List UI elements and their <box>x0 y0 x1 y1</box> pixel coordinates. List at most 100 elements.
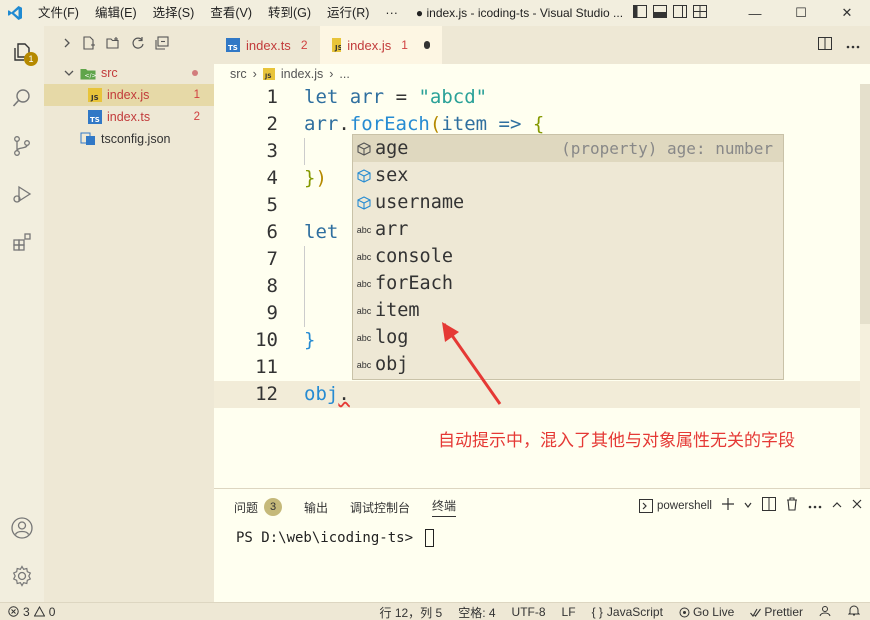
search-icon[interactable] <box>0 76 44 120</box>
text-word-icon: abc <box>356 224 372 235</box>
suggest-label: forEach <box>375 273 453 294</box>
menu-more[interactable]: ··· <box>377 0 406 26</box>
menu-run[interactable]: 运行(R) <box>319 0 377 26</box>
tree-label: index.js <box>107 88 150 102</box>
trash-icon[interactable] <box>786 497 798 514</box>
editor-scrollbar[interactable] <box>860 84 870 488</box>
suggest-item-arr[interactable]: abc arr <box>353 216 783 243</box>
split-editor-icon[interactable] <box>818 37 832 53</box>
toggle-panel-icon[interactable] <box>653 5 668 21</box>
line-number: 2 <box>266 113 278 135</box>
breadcrumb-file[interactable]: index.js <box>281 67 323 81</box>
indentation[interactable]: 空格: 4 <box>458 604 495 620</box>
breadcrumb-more[interactable]: ... <box>339 67 349 81</box>
menu-go[interactable]: 转到(G) <box>260 0 319 26</box>
collapse-all-icon[interactable] <box>155 35 169 53</box>
breadcrumb-folder[interactable]: src <box>230 67 247 81</box>
settings-gear-icon[interactable] <box>0 554 44 598</box>
tab-terminal[interactable]: 终端 <box>432 497 457 517</box>
prettier-button[interactable]: Prettier <box>750 605 803 619</box>
problems-status[interactable]: 3 0 <box>0 605 55 619</box>
close-button[interactable]: ✕ <box>824 0 870 26</box>
notifications-bell-icon[interactable] <box>847 604 861 620</box>
tree-file-index-js[interactable]: JS index.js 1 <box>44 84 214 106</box>
js-file-icon: JS <box>262 68 275 80</box>
error-count: 2 <box>193 111 200 123</box>
suggest-item-console[interactable]: abc console <box>353 243 783 270</box>
tab-debug-console[interactable]: 调试控制台 <box>350 499 410 516</box>
suggest-item-sex[interactable]: sex <box>353 162 783 189</box>
tree-folder-src[interactable]: </> src <box>44 62 214 84</box>
run-debug-icon[interactable] <box>0 172 44 216</box>
explorer-icon[interactable]: 1 <box>0 30 44 74</box>
text-word-icon: abc <box>356 251 372 262</box>
chevron-down-icon <box>64 70 74 76</box>
error-icon <box>8 606 19 617</box>
tab-problems[interactable]: 问题 3 <box>234 498 283 516</box>
menu-view[interactable]: 查看(V) <box>202 0 260 26</box>
text-word-icon: abc <box>356 305 372 316</box>
chevron-down-icon[interactable] <box>744 500 752 512</box>
menu-edit[interactable]: 编辑(E) <box>87 0 145 26</box>
end-of-line[interactable]: LF <box>562 605 576 619</box>
tab-index-js[interactable]: JS index.js 1 <box>319 26 442 64</box>
menu-selection[interactable]: 选择(S) <box>145 0 203 26</box>
toggle-secondary-sidebar-icon[interactable] <box>673 5 688 21</box>
line-number: 6 <box>266 221 278 243</box>
terminal-selector[interactable]: powershell <box>639 498 712 513</box>
accounts-icon[interactable] <box>0 506 44 550</box>
suggest-label: log <box>375 327 409 348</box>
svg-text:JS: JS <box>334 44 342 52</box>
window-title: ● index.js - icoding-ts - Visual Studio … <box>415 6 624 20</box>
feedback-icon[interactable] <box>819 605 832 620</box>
chevron-up-icon[interactable] <box>832 500 842 512</box>
close-panel-icon[interactable] <box>852 499 862 512</box>
menu-bar: 文件(F) 编辑(E) 选择(S) 查看(V) 转到(G) 运行(R) ··· <box>30 0 406 26</box>
tree-file-index-ts[interactable]: TS index.ts 2 <box>44 106 214 128</box>
js-file-icon: JS <box>88 88 102 102</box>
suggest-item-item[interactable]: abc item <box>353 297 783 324</box>
new-folder-icon[interactable] <box>106 36 121 53</box>
tab-output[interactable]: 输出 <box>304 499 328 516</box>
new-terminal-icon[interactable] <box>722 498 734 513</box>
annotation-text: 自动提示中，混入了其他与对象属性无关的字段 <box>438 431 795 451</box>
line-number: 12 <box>255 383 278 405</box>
terminal-output[interactable]: PS D:\web\icoding-ts> <box>214 529 870 547</box>
suggest-detail: (property) age: number <box>561 139 773 158</box>
suggest-item-obj[interactable]: abc obj <box>353 351 783 378</box>
problems-badge: 3 <box>264 498 283 516</box>
customize-layout-icon[interactable] <box>693 5 708 21</box>
scrollbar-thumb[interactable] <box>860 84 870 324</box>
encoding[interactable]: UTF-8 <box>512 605 546 619</box>
breadcrumb: src › JS index.js › ... <box>214 64 870 84</box>
tree-file-tsconfig[interactable]: tsconfig.json <box>44 128 214 150</box>
collapse-chevron-icon[interactable] <box>62 37 72 51</box>
text-word-icon: abc <box>356 332 372 343</box>
suggest-label: arr <box>375 219 409 240</box>
language-mode[interactable]: { } JavaScript <box>592 605 663 619</box>
source-control-icon[interactable] <box>0 124 44 168</box>
maximize-button[interactable]: ☐ <box>778 0 824 26</box>
tab-index-ts[interactable]: TS index.ts 2 <box>214 26 320 64</box>
split-terminal-icon[interactable] <box>762 497 776 514</box>
toggle-sidebar-icon[interactable] <box>633 5 648 21</box>
cursor-position[interactable]: 行 12，列 5 <box>380 604 443 620</box>
panel-actions: powershell <box>639 497 862 514</box>
menu-file[interactable]: 文件(F) <box>30 0 87 26</box>
warning-icon <box>33 606 45 617</box>
go-live-button[interactable]: Go Live <box>679 605 734 619</box>
go-live-label: Go Live <box>692 605 735 619</box>
more-actions-icon[interactable] <box>808 500 822 512</box>
extensions-icon[interactable] <box>0 220 44 264</box>
shell-name: powershell <box>657 499 712 512</box>
unsaved-dot-icon[interactable] <box>423 41 430 49</box>
suggest-item-forEach[interactable]: abc forEach <box>353 270 783 297</box>
new-file-icon[interactable] <box>82 35 96 53</box>
minimize-button[interactable]: — <box>732 0 778 26</box>
refresh-icon[interactable] <box>131 36 145 53</box>
suggest-item-log[interactable]: abc log <box>353 324 783 351</box>
terminal-cursor <box>425 529 435 547</box>
more-actions-icon[interactable] <box>846 38 860 52</box>
suggest-item-age[interactable]: age (property) age: number <box>353 135 783 162</box>
suggest-item-username[interactable]: username <box>353 189 783 216</box>
